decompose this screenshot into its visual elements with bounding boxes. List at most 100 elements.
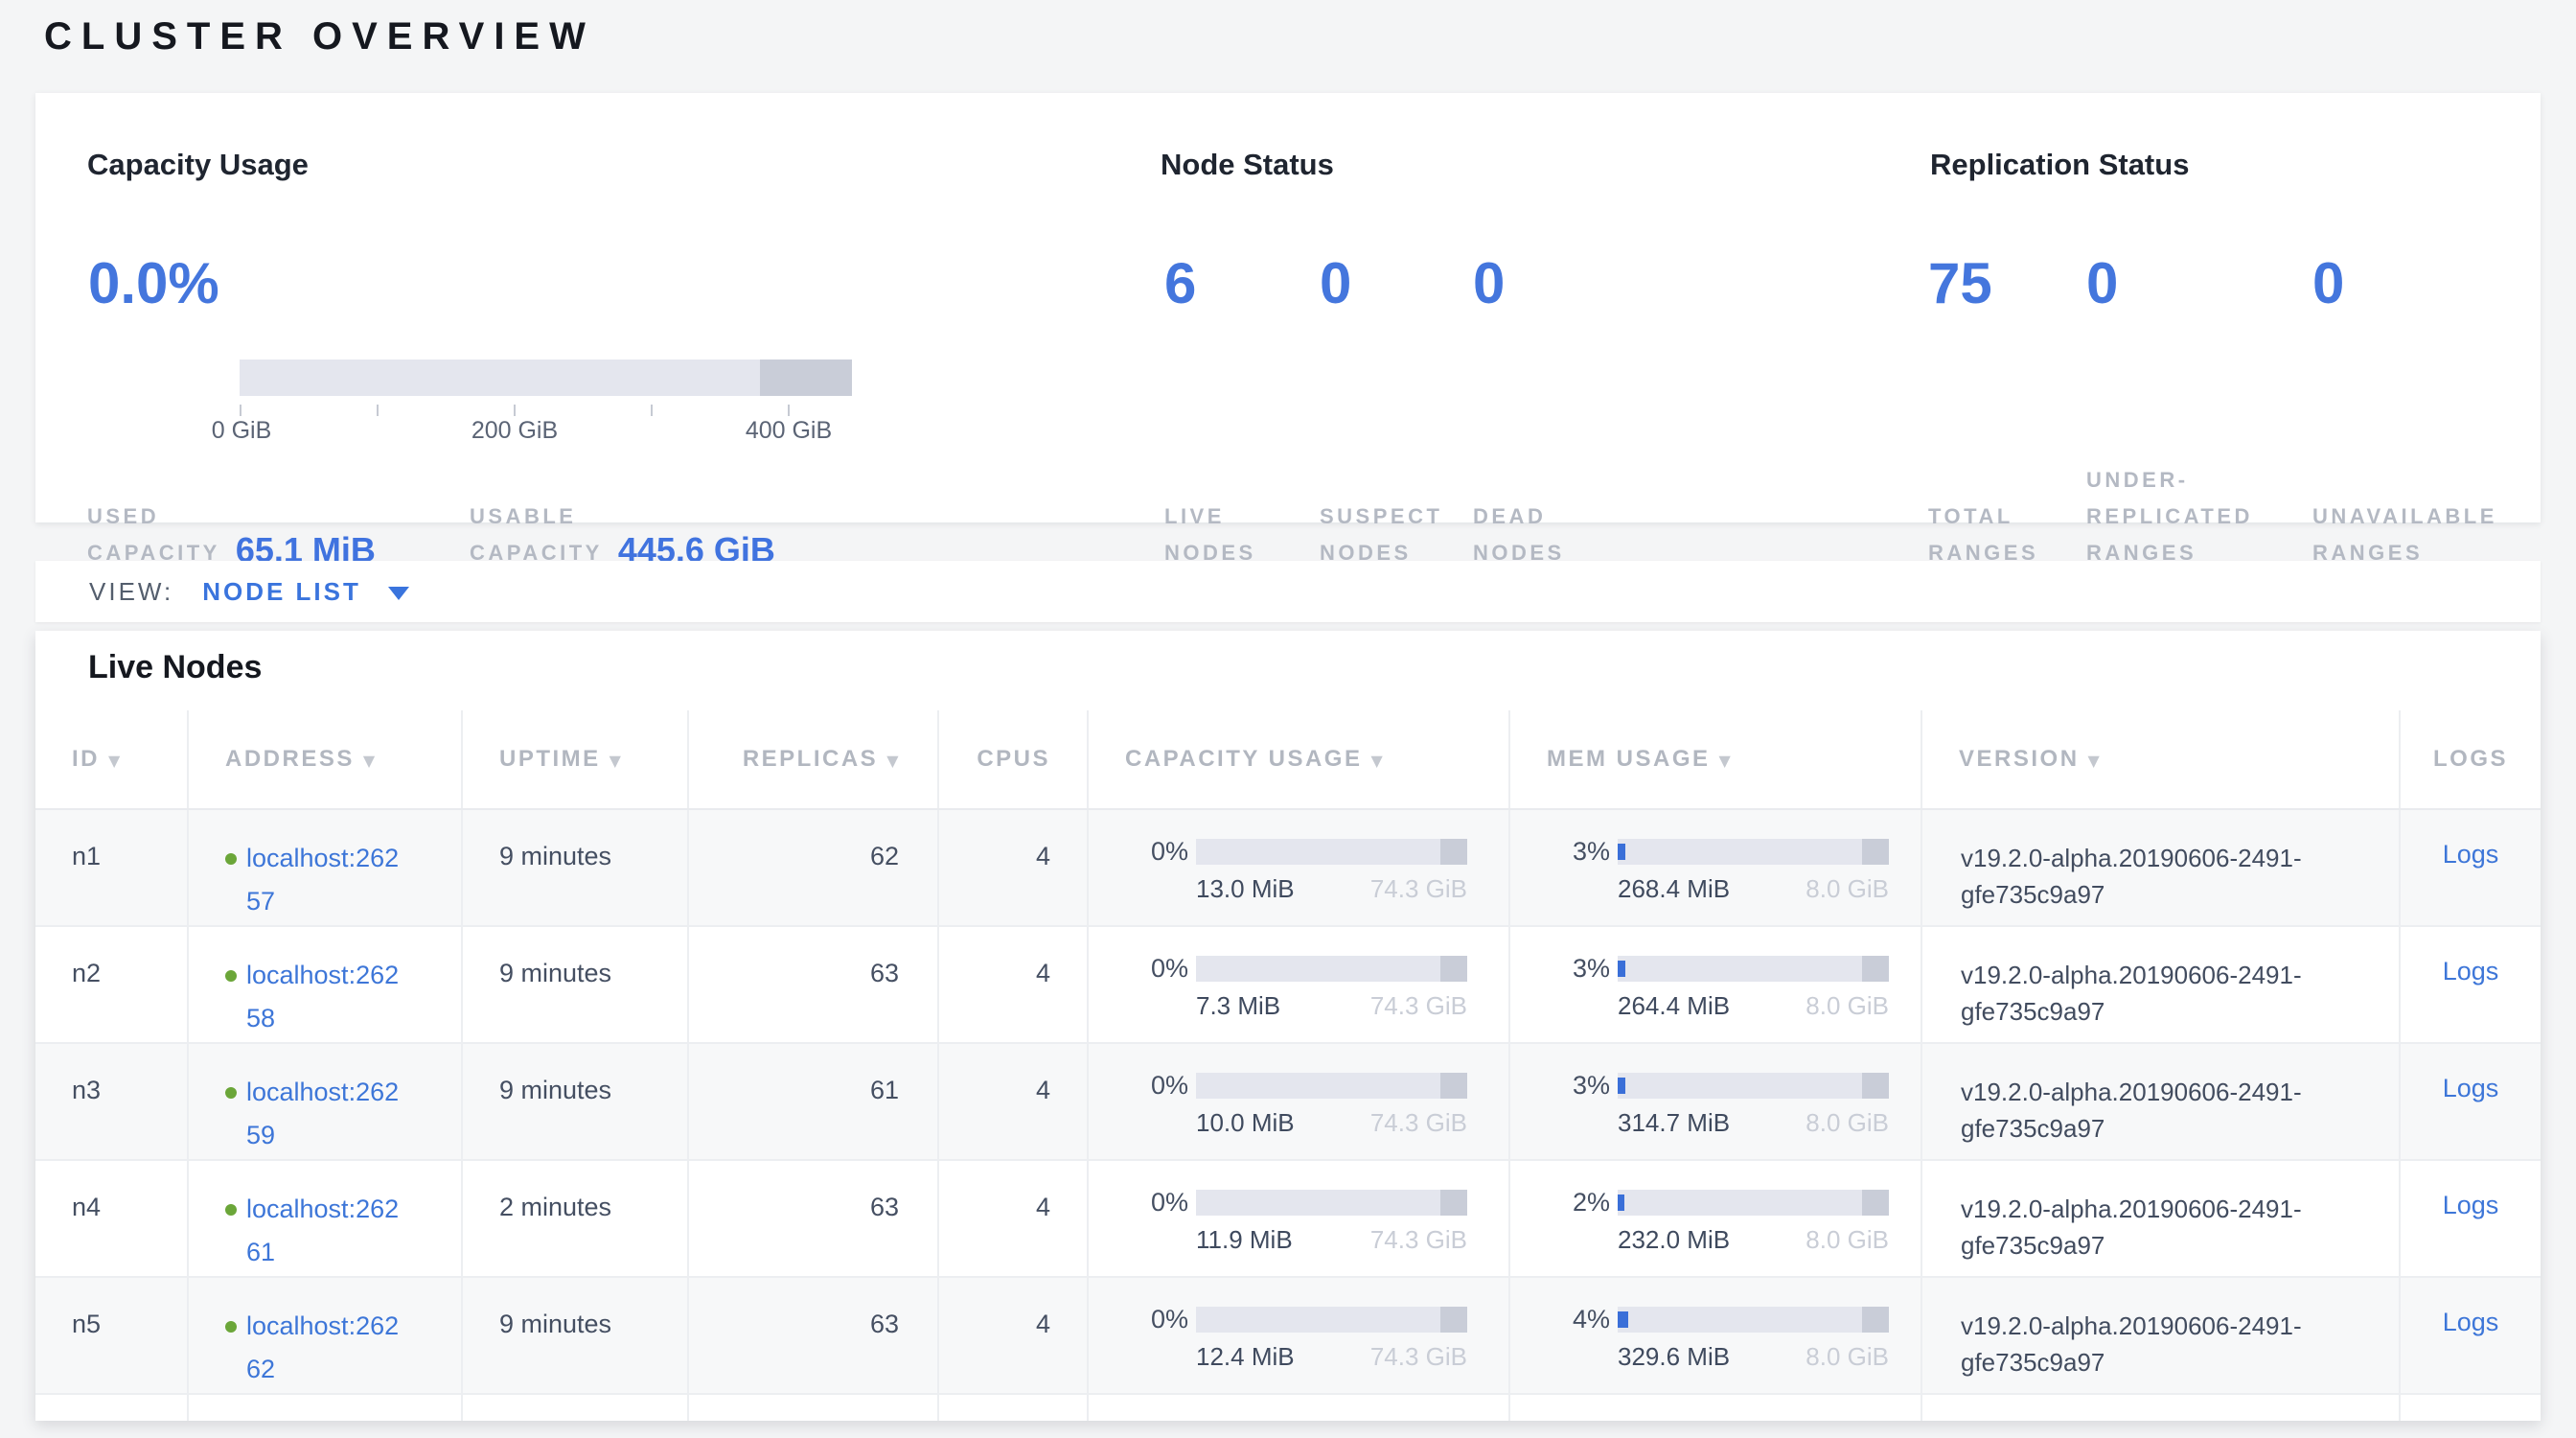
node-id: n3 xyxy=(35,1044,189,1159)
node-uptime: 9 minutes xyxy=(463,927,689,1042)
node-logs-cell: Logs xyxy=(2401,1161,2541,1276)
axis-tick-label: 200 GiB xyxy=(472,417,558,445)
node-capacity-usage-cell: 0% 12.4 MiB74.3 GiB xyxy=(1089,1278,1510,1393)
column-header-replicas[interactable]: REPLICAS▼ xyxy=(689,710,939,808)
node-uptime: 9 minutes xyxy=(463,1278,689,1393)
node-logs-cell: Logs xyxy=(2401,1278,2541,1393)
axis-tick xyxy=(788,405,790,416)
node-cpus: 4 xyxy=(939,927,1089,1042)
logs-link[interactable]: Logs xyxy=(2443,1308,2499,1336)
sort-desc-icon: ▼ xyxy=(1370,752,1385,770)
capacity-usage-bar xyxy=(1196,956,1467,982)
node-version: v19.2.0-alpha.20190606-2491-gfe735c9a97 xyxy=(1922,1044,2401,1159)
node-version: v19.2.0-alpha.20190606-2491-gfe735c9a97 xyxy=(1922,810,2401,925)
axis-tick-label: 400 GiB xyxy=(746,417,832,445)
live-nodes-table: ID▼ ADDRESS▼ UPTIME▼ REPLICAS▼ CPUS CAPA… xyxy=(35,710,2541,1421)
node-id: n4 xyxy=(35,1161,189,1276)
node-address-cell: localhost:26262 xyxy=(189,1278,463,1393)
logs-link[interactable]: Logs xyxy=(2443,840,2499,869)
node-id: n2 xyxy=(35,927,189,1042)
node-version: v19.2.0-alpha.20190606-2491-gfe735c9a97 xyxy=(1922,1278,2401,1393)
node-replicas: 62 xyxy=(689,810,939,925)
capacity-usage-bar xyxy=(1196,1307,1467,1333)
node-cpus: 4 xyxy=(939,1278,1089,1393)
sort-desc-icon: ▼ xyxy=(108,752,123,770)
node-live-status-icon xyxy=(225,853,237,865)
axis-tick-label: 0 GiB xyxy=(212,417,272,445)
node-live-status-icon xyxy=(225,1204,237,1216)
view-mode-selected: NODE LIST xyxy=(202,577,361,607)
node-address-cell: localhost:26261 xyxy=(189,1161,463,1276)
column-header-uptime[interactable]: UPTIME▼ xyxy=(463,710,689,808)
unavailable-ranges-count: 0 xyxy=(2312,252,2344,315)
node-address-link[interactable]: localhost:26257 xyxy=(246,837,409,923)
capacity-usage-bar xyxy=(1196,1190,1467,1216)
node-capacity-usage-cell: 0% 10.0 MiB74.3 GiB xyxy=(1089,1044,1510,1159)
node-id: n5 xyxy=(35,1278,189,1393)
node-replicas: 63 xyxy=(689,1278,939,1393)
node-logs-cell: Logs xyxy=(2401,1044,2541,1159)
view-selector-bar: VIEW: NODE LIST xyxy=(35,561,2541,622)
sort-desc-icon: ▼ xyxy=(610,752,624,770)
axis-tick xyxy=(240,405,242,416)
node-address-link[interactable]: localhost:26262 xyxy=(246,1305,409,1391)
axis-tick xyxy=(377,405,379,416)
sort-desc-icon: ▼ xyxy=(2088,752,2103,770)
node-replicas: 63 xyxy=(689,1161,939,1276)
node-status-heading: Node Status xyxy=(1161,147,1334,183)
node-replicas: 61 xyxy=(689,1044,939,1159)
node-address-cell: localhost:26259 xyxy=(189,1044,463,1159)
column-header-logs: LOGS xyxy=(2401,710,2541,808)
node-mem-usage-cell: 2% 232.0 MiB8.0 GiB xyxy=(1510,1161,1922,1276)
logs-link[interactable]: Logs xyxy=(2443,1074,2499,1102)
live-nodes-card: Live Nodes ID▼ ADDRESS▼ UPTIME▼ REPLICAS… xyxy=(35,631,2541,1421)
logs-link[interactable]: Logs xyxy=(2443,957,2499,986)
node-live-status-icon xyxy=(225,1321,237,1333)
node-mem-usage-cell: 3% 268.4 MiB8.0 GiB xyxy=(1510,810,1922,925)
node-live-status-icon xyxy=(225,1087,237,1099)
capacity-usage-bar xyxy=(240,360,852,396)
capacity-usage-bar xyxy=(1196,839,1467,865)
column-header-capacity-usage[interactable]: CAPACITY USAGE▼ xyxy=(1089,710,1510,808)
column-header-mem-usage[interactable]: MEM USAGE▼ xyxy=(1510,710,1922,808)
logs-link[interactable]: Logs xyxy=(2443,1191,2499,1219)
cluster-summary-card: Capacity Usage 0.0% 0 GiB 200 GiB 400 Gi… xyxy=(35,93,2541,522)
total-ranges-count: 75 xyxy=(1928,252,1992,315)
capacity-bar-dark-segment xyxy=(760,360,852,396)
dead-nodes-count: 0 xyxy=(1473,252,1505,315)
sort-desc-icon: ▼ xyxy=(363,752,378,770)
sort-desc-icon: ▼ xyxy=(1719,752,1734,770)
axis-tick xyxy=(514,405,516,416)
node-address-link[interactable]: localhost:26258 xyxy=(246,954,409,1040)
node-address-cell: localhost:26258 xyxy=(189,927,463,1042)
view-mode-dropdown[interactable]: NODE LIST xyxy=(202,577,409,607)
table-header-row: ID▼ ADDRESS▼ UPTIME▼ REPLICAS▼ CPUS CAPA… xyxy=(35,710,2541,810)
node-address-link[interactable]: localhost:26259 xyxy=(246,1071,409,1157)
column-header-address[interactable]: ADDRESS▼ xyxy=(189,710,463,808)
node-uptime: 2 minutes xyxy=(463,1161,689,1276)
node-live-status-icon xyxy=(225,970,237,982)
capacity-used-percent: 0.0% xyxy=(88,252,219,315)
node-capacity-usage-cell: 0% 11.9 MiB74.3 GiB xyxy=(1089,1161,1510,1276)
table-row: n5 localhost:26262 9 minutes 63 4 0% 12.… xyxy=(35,1278,2541,1395)
mem-usage-bar xyxy=(1618,1073,1889,1099)
node-cpus: 4 xyxy=(939,810,1089,925)
node-capacity-usage-cell: 0% 13.0 MiB74.3 GiB xyxy=(1089,810,1510,925)
node-address-link[interactable]: localhost:26261 xyxy=(246,1188,409,1274)
column-header-version[interactable]: VERSION▼ xyxy=(1922,710,2401,808)
mem-usage-bar xyxy=(1618,956,1889,982)
under-replicated-ranges-count: 0 xyxy=(2086,252,2118,315)
capacity-usage-heading: Capacity Usage xyxy=(87,147,309,183)
mem-usage-bar xyxy=(1618,839,1889,865)
node-replicas: 63 xyxy=(689,927,939,1042)
column-header-cpus: CPUS xyxy=(939,710,1089,808)
mem-usage-bar xyxy=(1618,1307,1889,1333)
column-header-id[interactable]: ID▼ xyxy=(35,710,189,808)
table-row: n3 localhost:26259 9 minutes 61 4 0% 10.… xyxy=(35,1044,2541,1161)
node-uptime: 9 minutes xyxy=(463,810,689,925)
node-logs-cell: Logs xyxy=(2401,927,2541,1042)
sort-desc-icon: ▼ xyxy=(886,752,901,770)
live-nodes-heading: Live Nodes xyxy=(88,646,262,688)
mem-usage-bar xyxy=(1618,1190,1889,1216)
node-mem-usage-cell: 4% 329.6 MiB8.0 GiB xyxy=(1510,1278,1922,1393)
